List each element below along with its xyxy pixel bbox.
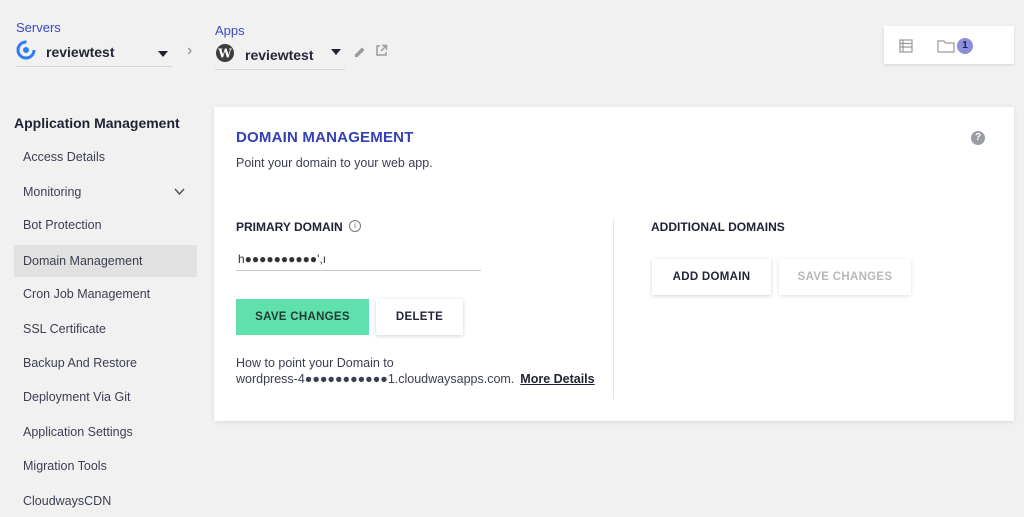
more-details-link[interactable]: More Details [520,372,594,386]
chevron-right-icon: › [187,42,193,59]
edit-pencil-icon[interactable] [354,45,366,63]
sidebar-item-backup-and-restore[interactable]: Backup And Restore [14,347,197,379]
help-icon[interactable]: ? [971,131,985,145]
wordpress-logo-icon: W [215,43,235,68]
sidebar-title: Application Management [14,115,180,131]
save-changes-button[interactable]: SAVE CHANGES [236,299,369,335]
server-selector[interactable]: reviewtest [16,38,172,67]
svg-text:W: W [217,46,232,60]
notification-badge[interactable]: 1 [957,38,973,54]
sidebar-item-cloudways-cdn[interactable]: CloudwaysCDN [14,485,197,517]
caret-down-icon [158,46,168,64]
sidebar-item-bot-protection[interactable]: Bot Protection [14,209,197,241]
domain-management-card: DOMAIN MANAGEMENT Point your domain to y… [214,107,1014,421]
delete-button[interactable]: DELETE [376,299,463,335]
info-icon[interactable]: i [349,220,361,232]
external-link-icon[interactable] [375,44,388,62]
howto-line-2: wordpress-4●●●●●●●●●●●1.cloudwaysapps.co… [236,372,515,386]
caret-down-icon [331,44,341,62]
cloudways-logo-icon [16,40,36,65]
server-name: reviewtest [46,44,115,60]
howto-line-1: How to point your Domain to [236,356,394,370]
app-name: reviewtest [245,47,314,63]
sidebar-item-monitoring[interactable]: Monitoring [14,176,197,208]
save-changes-disabled-button[interactable]: SAVE CHANGES [779,259,911,295]
primary-domain-label: PRIMARY DOMAIN [236,220,343,234]
list-icon[interactable] [899,39,913,58]
page-subtitle: Point your domain to your web app. [236,156,433,170]
page-title: DOMAIN MANAGEMENT [236,129,414,146]
sidebar-item-migration-tools[interactable]: Migration Tools [14,450,197,482]
additional-domains-label: ADDITIONAL DOMAINS [651,220,785,234]
sidebar-item-label: Monitoring [23,185,82,199]
sidebar-item-ssl-certificate[interactable]: SSL Certificate [14,313,197,345]
add-domain-button[interactable]: ADD DOMAIN [652,259,771,295]
folder-icon[interactable] [937,39,955,58]
sidebar-item-access-details[interactable]: Access Details [14,141,197,173]
sidebar-item-domain-management[interactable]: Domain Management [14,245,197,277]
apps-label: Apps [215,23,245,38]
app-selector[interactable]: W reviewtest [215,41,345,70]
howto-text: How to point your Domain to wordpress-4●… [236,355,595,387]
top-navigation: Servers reviewtest › Apps W reviewtest 1 [0,0,1024,80]
howto-line-2-row: wordpress-4●●●●●●●●●●●1.cloudwaysapps.co… [236,371,595,387]
sidebar-item-cron-job-management[interactable]: Cron Job Management [14,278,197,310]
sidebar-item-deployment-via-git[interactable]: Deployment Via Git [14,381,197,413]
primary-domain-input[interactable] [236,247,481,271]
sidebar-item-application-settings[interactable]: Application Settings [14,416,197,448]
chevron-down-icon [174,176,185,208]
servers-label: Servers [16,20,61,35]
column-divider [613,219,614,399]
